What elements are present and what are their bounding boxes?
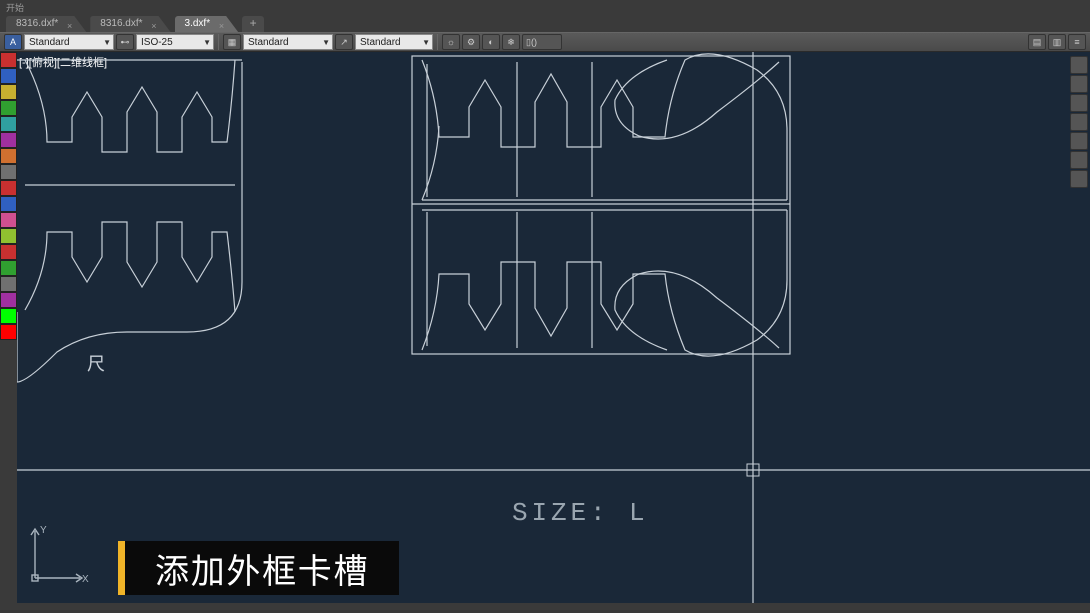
tool-pink[interactable] [0, 212, 17, 228]
close-icon[interactable]: × [151, 18, 156, 34]
zoom-icon[interactable] [1070, 94, 1088, 112]
caption-marker [118, 541, 125, 595]
dimension-icon[interactable]: ⊷ [116, 34, 134, 50]
close-icon[interactable]: × [67, 18, 72, 34]
tool-green[interactable] [0, 100, 17, 116]
tool-brightgreen[interactable] [0, 308, 17, 324]
dim-style-select[interactable]: ISO-25 [136, 34, 214, 50]
ucs-icon: X Y [20, 523, 90, 593]
nav-cube-icon[interactable] [1070, 56, 1088, 74]
mleader-style-select[interactable]: Standard [355, 34, 433, 50]
close-icon[interactable]: × [219, 18, 224, 34]
steering-wheel-icon[interactable] [1070, 132, 1088, 150]
tool-red[interactable] [0, 52, 17, 68]
tab-file-0[interactable]: 8316.dxf*× [6, 16, 86, 32]
layer-filter-icon[interactable]: ▥ [1048, 34, 1066, 50]
layer-icon[interactable]: ☼ [442, 34, 460, 50]
tab-file-1[interactable]: 8316.dxf*× [90, 16, 170, 32]
layer-list[interactable]: ▯() [522, 34, 562, 50]
caption-overlay: 添加外框卡槽 [125, 541, 399, 595]
tool-cyan[interactable] [0, 116, 17, 132]
properties-icon[interactable]: ≡ [1068, 34, 1086, 50]
mleader-icon[interactable]: ↗ [335, 34, 353, 50]
menu-bar: 开始 [0, 0, 1090, 14]
ribbon-toolbar: A Standard ⊷ ISO-25 ▦ Standard ↗ Standar… [0, 32, 1090, 52]
svg-text:尺: 尺 [87, 354, 105, 374]
tool-blue2[interactable] [0, 196, 17, 212]
layer-off-icon[interactable]: ◐ [482, 34, 500, 50]
size-label: SIZE: L [512, 498, 649, 528]
tool-purple[interactable] [0, 292, 17, 308]
layer-freeze-icon[interactable]: ❄ [502, 34, 520, 50]
tab-file-2[interactable]: 3.dxf*× [175, 16, 239, 32]
tool-blue[interactable] [0, 68, 17, 84]
tool-lime[interactable] [0, 228, 17, 244]
document-tabs: 8316.dxf*× 8316.dxf*× 3.dxf*× + [0, 14, 1090, 32]
tool-magenta[interactable] [0, 132, 17, 148]
tool-palette-left [0, 52, 17, 603]
tool-grey[interactable] [0, 164, 17, 180]
text-style-select[interactable]: Standard [24, 34, 114, 50]
table-style-select[interactable]: Standard [243, 34, 333, 50]
showmotion-icon[interactable] [1070, 151, 1088, 169]
tool-brightred[interactable] [0, 324, 17, 340]
tool-palette-right [1070, 56, 1088, 189]
separator [218, 34, 219, 50]
table-icon[interactable]: ▦ [223, 34, 241, 50]
text-style-icon[interactable]: A [4, 34, 22, 50]
layer-manager-icon[interactable]: ▤ [1028, 34, 1046, 50]
caption-text: 添加外框卡槽 [155, 544, 369, 593]
tool-red2[interactable] [0, 180, 17, 196]
svg-text:X: X [82, 574, 89, 585]
tool-yellow[interactable] [0, 84, 17, 100]
orbit-icon[interactable] [1070, 113, 1088, 131]
tool-red3[interactable] [0, 244, 17, 260]
separator [437, 34, 438, 50]
pan-icon[interactable] [1070, 75, 1088, 93]
expand-icon[interactable] [1070, 170, 1088, 188]
svg-text:Y: Y [40, 525, 47, 536]
new-tab-button[interactable]: + [242, 16, 264, 32]
menu-item[interactable]: 开始 [6, 1, 24, 14]
tool-green2[interactable] [0, 260, 17, 276]
tool-grey2[interactable] [0, 276, 17, 292]
tool-orange[interactable] [0, 148, 17, 164]
status-bar [0, 603, 1090, 613]
layer-state-icon[interactable]: ⚙ [462, 34, 480, 50]
